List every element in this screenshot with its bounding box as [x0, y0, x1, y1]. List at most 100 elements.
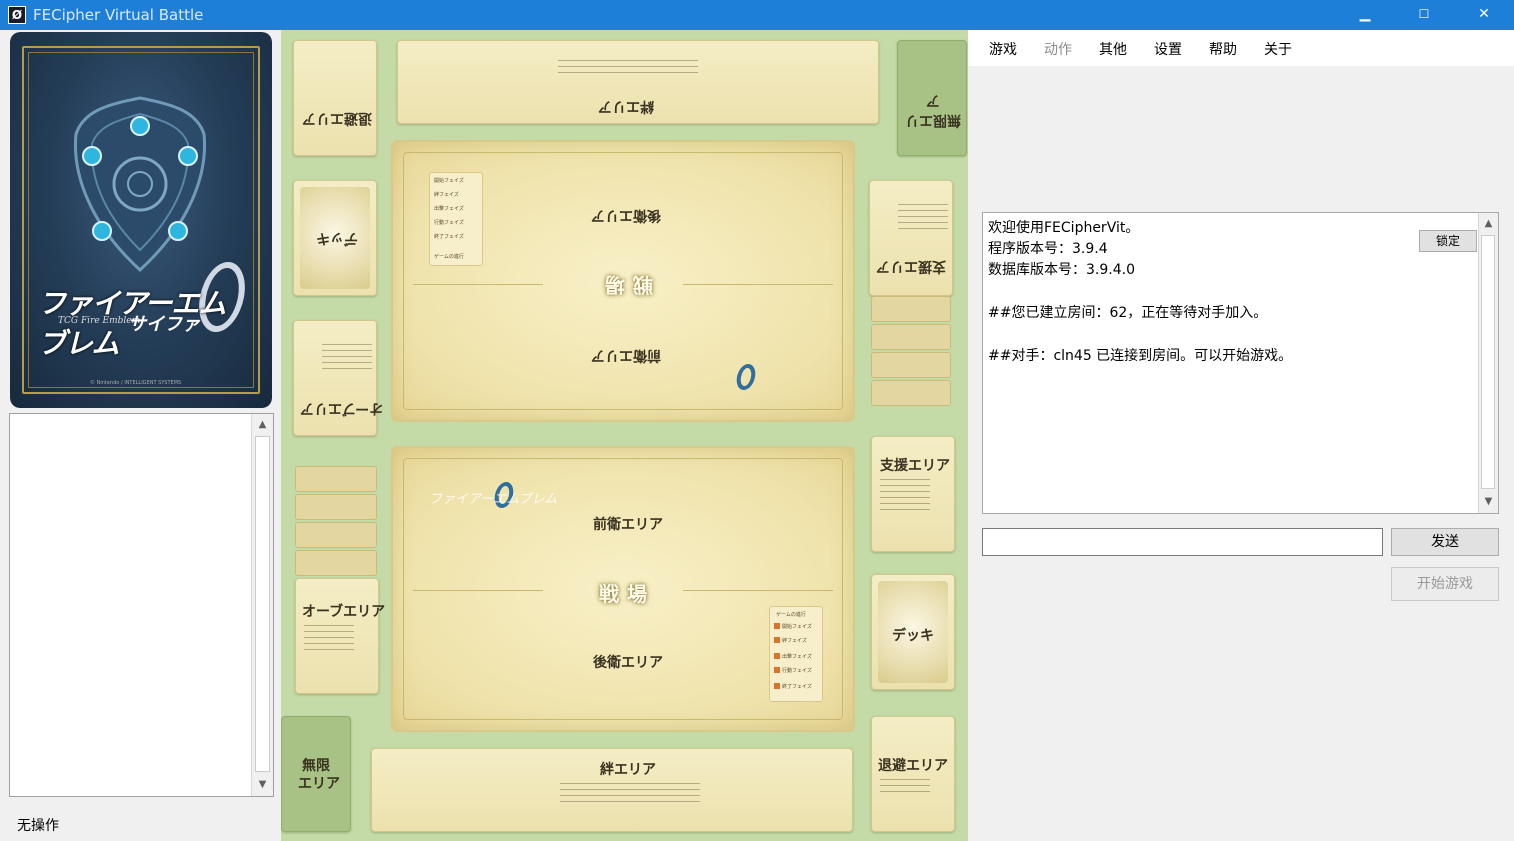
player-deck[interactable]: デッキ — [871, 574, 955, 690]
opp-phase-item: 絆フェイズ — [434, 192, 459, 198]
scroll-up-icon[interactable]: ▲ — [252, 416, 273, 434]
opp-orb-area[interactable]: オーブエリア ―――――――――― ―――――――――― ―――――――――― ―――… — [293, 320, 383, 436]
scroll-thumb[interactable] — [255, 436, 270, 772]
player-retreat-area[interactable]: 退避エリア ―――――――――― ―――――――――― ―――――――――― — [871, 716, 955, 832]
player-stack-slot — [295, 494, 377, 520]
player-field-divider — [683, 590, 833, 591]
menu-other[interactable]: 其他 — [1099, 39, 1127, 59]
opp-battlefield-title: 戦場 — [597, 273, 653, 297]
send-button[interactable]: 发送 — [1391, 528, 1499, 556]
opp-deck[interactable]: デッキ — [293, 180, 377, 296]
menu-about[interactable]: 关于 — [1264, 39, 1292, 59]
player-orb-area-label: オーブエリア — [302, 604, 386, 620]
opp-support-area-text: ―――――――――― ―――――――――― ―――――――――― ――――――――――… — [898, 201, 948, 231]
player-bond-area[interactable]: 絆エリア ―――――――――――――――――――――――――――― ―――――――… — [371, 748, 853, 832]
phase-dot-icon — [774, 653, 780, 659]
player-retreat-area-text: ―――――――――― ―――――――――― ―――――――――― — [880, 777, 930, 795]
player-field-divider — [413, 590, 543, 591]
player-bond-area-text: ―――――――――――――――――――――――――――― ――――――――――――… — [560, 781, 700, 805]
player-phase-item: 行動フェイズ — [782, 668, 812, 674]
card-list[interactable]: ▲ ▼ — [9, 413, 274, 797]
chat-line: 程序版本号：3.9.4 — [988, 241, 1108, 257]
lock-button[interactable]: 锁定 — [1419, 230, 1477, 252]
card-credit: © Nintendo / INTELLIGENT SYSTEMS — [90, 380, 182, 386]
player-bond-area-label: 絆エリア — [600, 762, 656, 778]
game-board[interactable]: 退避エリア 絆エリア ―――――――――――――――――――――――――――― ―… — [281, 30, 968, 841]
opp-support-area-label: 支援エリア — [876, 258, 946, 274]
app-icon: Ø — [8, 6, 26, 24]
player-retreat-area-label: 退避エリア — [878, 758, 948, 774]
player-orb-area-text: ―――――――――― ―――――――――― ―――――――――― ――――――――――… — [304, 623, 354, 653]
opp-stack-slot — [871, 352, 951, 378]
card-list-scrollbar[interactable]: ▲ ▼ — [251, 414, 273, 796]
opp-stack-slot — [871, 296, 951, 322]
scroll-up-icon[interactable]: ▲ — [1479, 215, 1498, 233]
opp-phase-item: 開始フェイズ — [434, 178, 464, 184]
phase-dot-icon — [774, 637, 780, 643]
scroll-thumb[interactable] — [1481, 235, 1495, 489]
player-battlefield-title: 戦場 — [599, 582, 655, 606]
opp-phase-item: 終了フェイズ — [434, 234, 464, 240]
opp-bond-area-text: ―――――――――――――――――――――――――――― ――――――――――――… — [558, 57, 698, 75]
maximize-button[interactable]: ☐ — [1395, 0, 1453, 30]
player-unlimited-area-label-2: エリア — [298, 776, 340, 792]
opp-unlimited-area[interactable]: 無限エリア — [897, 40, 967, 156]
player-phase-box: ゲームの進行 開始フェイズ 絆フェイズ 出撃フェイズ 行動フェイズ 終了フェイズ — [769, 606, 823, 702]
player-unlimited-area[interactable]: 無限 エリア — [281, 716, 351, 832]
menu-game[interactable]: 游戏 — [989, 39, 1017, 59]
menu-action[interactable]: 动作 — [1044, 39, 1072, 59]
opp-bond-area[interactable]: 絆エリア ―――――――――――――――――――――――――――― ―――――――… — [397, 40, 879, 124]
opp-back-line-label: 後衛エリア — [591, 207, 661, 223]
player-phase-item: 開始フェイズ — [782, 624, 812, 630]
window-title: FECipher Virtual Battle — [33, 6, 204, 24]
opp-battlefield[interactable]: 後衛エリア 戦場 前衛エリア 開始フェイズ 絆フェイズ 出撃フェイズ 行動フェイ… — [391, 140, 855, 422]
chat-log[interactable]: 欢迎使用FECipherVit。 程序版本号：3.9.4 数据库版本号：3.9.… — [982, 212, 1499, 514]
player-phase-item: 出撃フェイズ — [782, 654, 812, 660]
chat-scrollbar[interactable]: ▲ ▼ — [1478, 213, 1498, 513]
opp-phase-item: 行動フェイズ — [434, 220, 464, 226]
player-stack-slot — [295, 522, 377, 548]
opp-deck-label: デッキ — [316, 230, 358, 246]
right-panel: 游戏 动作 其他 设置 帮助 关于 欢迎使用FECipherVit。 程序版本号… — [968, 30, 1514, 841]
scroll-down-icon[interactable]: ▼ — [252, 776, 273, 794]
scroll-down-icon[interactable]: ▼ — [1479, 493, 1498, 511]
opp-orb-area-text: ―――――――――― ―――――――――― ―――――――――― ――――――――――… — [322, 341, 372, 371]
player-front-line-label: 前衛エリア — [593, 517, 663, 533]
opp-field-divider — [413, 284, 543, 285]
phase-dot-icon — [774, 683, 780, 689]
opp-orb-area-label: オーブエリア — [300, 400, 384, 416]
chat-line: 数据库版本号：3.9.4.0 — [988, 262, 1135, 278]
player-battlefield[interactable]: ファイアーエムブレム 前衛エリア 戦場 後衛エリア ゲームの進行 開始フェイズ … — [391, 446, 855, 732]
opp-support-area[interactable]: 支援エリア ―――――――――― ―――――――――― ―――――――――― ――――… — [869, 180, 953, 296]
opp-phase-box: 開始フェイズ 絆フェイズ 出撃フェイズ 行動フェイズ 終了フェイズ ゲームの進行 — [429, 172, 483, 266]
opp-front-line-label: 前衛エリア — [591, 347, 661, 363]
player-orb-area[interactable]: オーブエリア ―――――――――― ―――――――――― ―――――――――― ―――… — [295, 578, 385, 694]
menu-help[interactable]: 帮助 — [1209, 39, 1237, 59]
opp-phase-title: ゲームの進行 — [434, 254, 464, 260]
player-support-area[interactable]: 支援エリア ―――――――――― ―――――――――― ―――――――――― ――――… — [871, 436, 955, 552]
phase-dot-icon — [774, 623, 780, 629]
phase-dot-icon — [774, 667, 780, 673]
opp-bond-area-label: 絆エリア — [598, 98, 654, 114]
chat-line: ##对手：cln45 已连接到房间。可以开始游戏。 — [988, 348, 1293, 364]
chat-line: ##您已建立房间：62，正在等待对手加入。 — [988, 305, 1268, 321]
opp-retreat-area-label: 退避エリア — [302, 110, 372, 126]
player-phase-title: ゲームの進行 — [776, 612, 806, 618]
opp-unlimited-area-label: 無限エリア — [905, 92, 961, 128]
menu-settings[interactable]: 设置 — [1154, 39, 1182, 59]
close-button[interactable]: ✕ — [1455, 0, 1513, 30]
start-game-button[interactable]: 开始游戏 — [1391, 567, 1499, 601]
player-stack-slot — [295, 466, 377, 492]
menu-bar: 游戏 动作 其他 设置 帮助 关于 — [968, 30, 1514, 66]
player-emblem-text: ファイアーエムブレム — [429, 492, 558, 507]
minimize-button[interactable]: ▁ — [1336, 0, 1394, 30]
player-deck-label: デッキ — [892, 628, 934, 644]
chat-input[interactable] — [982, 528, 1383, 556]
left-panel: ファイアーエムブレム TCG Fire Emblem サイファ © Ninten… — [0, 30, 280, 841]
player-back-line-label: 後衛エリア — [593, 655, 663, 671]
player-phase-item: 終了フェイズ — [782, 684, 812, 690]
player-support-area-text: ―――――――――― ―――――――――― ―――――――――― ――――――――――… — [880, 477, 930, 513]
card-back-image: ファイアーエムブレム TCG Fire Emblem サイファ © Ninten… — [10, 32, 272, 408]
player-phase-item: 絆フェイズ — [782, 638, 807, 644]
opp-retreat-area[interactable]: 退避エリア — [293, 40, 377, 156]
